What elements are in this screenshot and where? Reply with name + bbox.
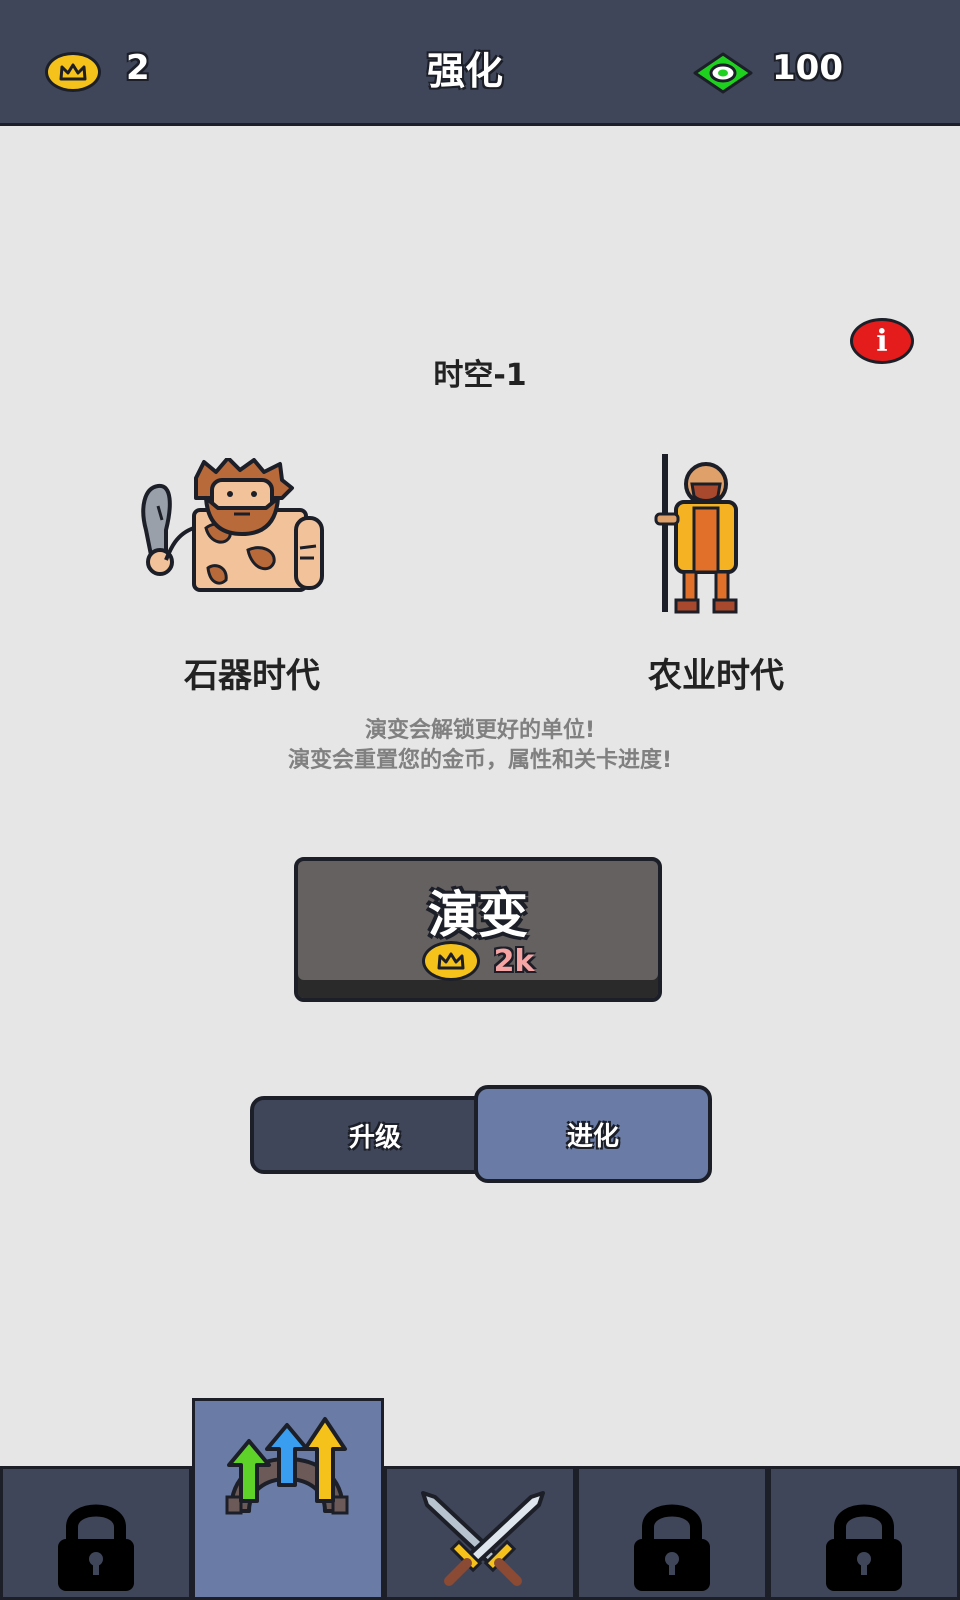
tab-evolve[interactable]: 进化 <box>474 1085 712 1183</box>
gem-count: 100 <box>772 48 843 88</box>
nav-item-locked-2[interactable] <box>576 1466 768 1600</box>
crossed-swords-icon <box>421 1491 545 1586</box>
nav-item-upgrade[interactable] <box>192 1398 384 1600</box>
upgrade-arrows-icon <box>225 1417 349 1515</box>
era-label: 时空-1 <box>433 358 527 393</box>
caveman-unit-image <box>136 456 336 612</box>
nav-item-locked-1[interactable] <box>0 1466 192 1600</box>
evolve-description-line1: 演变会解锁更好的单位! <box>364 718 596 743</box>
lock-icon <box>634 1504 710 1591</box>
bottom-nav <box>0 1398 960 1600</box>
nav-item-locked-3[interactable] <box>768 1466 960 1600</box>
tab-upgrade[interactable]: 升级 <box>250 1096 500 1174</box>
evolve-cost: 2k <box>298 941 658 981</box>
crown-coin-icon <box>421 941 480 981</box>
gem-icon <box>692 52 754 98</box>
lock-icon <box>826 1504 902 1591</box>
evolve-button-label: 演变 <box>428 886 528 944</box>
farmer-unit-image <box>636 452 746 620</box>
nav-item-battle[interactable] <box>384 1466 576 1600</box>
next-unit-name: 农业时代 <box>648 656 784 696</box>
lock-icon <box>58 1504 134 1591</box>
evolve-description-line2: 演变会重置您的金币，属性和关卡进度! <box>287 748 673 773</box>
evolve-cost-value: 2k <box>493 943 535 979</box>
top-bar: 2 强化 100 <box>0 0 960 126</box>
current-unit-name: 石器时代 <box>184 656 320 696</box>
evolve-button[interactable]: 演变 2k <box>294 857 662 1002</box>
